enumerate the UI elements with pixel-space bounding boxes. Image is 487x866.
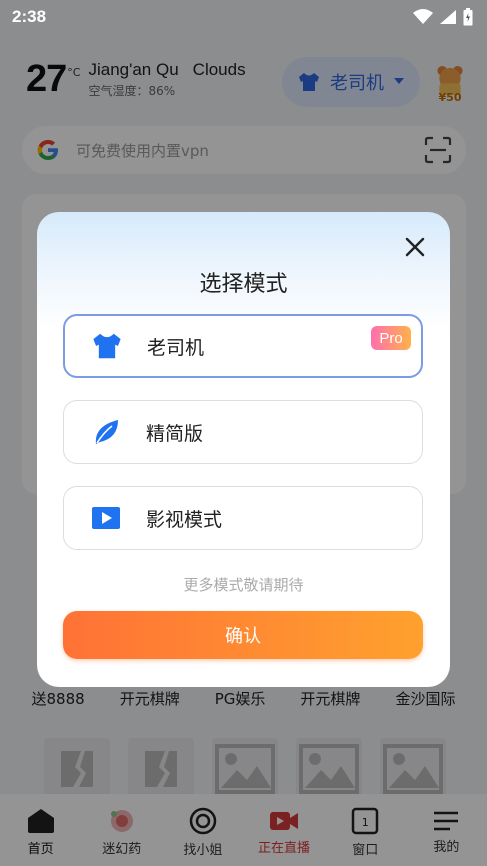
option-label: 影视模式 — [146, 508, 223, 531]
mode-option-lite[interactable]: 精简版 — [63, 400, 423, 464]
mode-select-dialog: 选择模式 老司机 Pro 精简版 影视模式 更多模式敬请期待 确认 — [37, 212, 450, 687]
wifi-icon — [413, 9, 433, 24]
pro-badge: Pro — [371, 326, 411, 350]
leaf-icon — [90, 416, 122, 448]
status-time: 2:38 — [12, 7, 47, 26]
mode-option-veteran[interactable]: 老司机 Pro — [63, 314, 423, 378]
confirm-button[interactable]: 确认 — [63, 611, 423, 659]
shirt-icon — [91, 330, 123, 362]
dialog-title: 选择模式 — [199, 272, 288, 297]
play-icon — [90, 502, 122, 534]
status-bar: 2:38 — [0, 0, 487, 34]
option-label: 精简版 — [146, 422, 204, 445]
status-icons — [413, 8, 473, 26]
signal-icon — [440, 10, 456, 24]
option-label: 老司机 — [147, 336, 205, 359]
close-button[interactable] — [402, 234, 428, 260]
battery-icon — [463, 8, 473, 26]
mode-option-video[interactable]: 影视模式 — [63, 486, 423, 550]
more-modes-hint: 更多模式敬请期待 — [183, 576, 304, 594]
close-icon — [405, 237, 425, 257]
